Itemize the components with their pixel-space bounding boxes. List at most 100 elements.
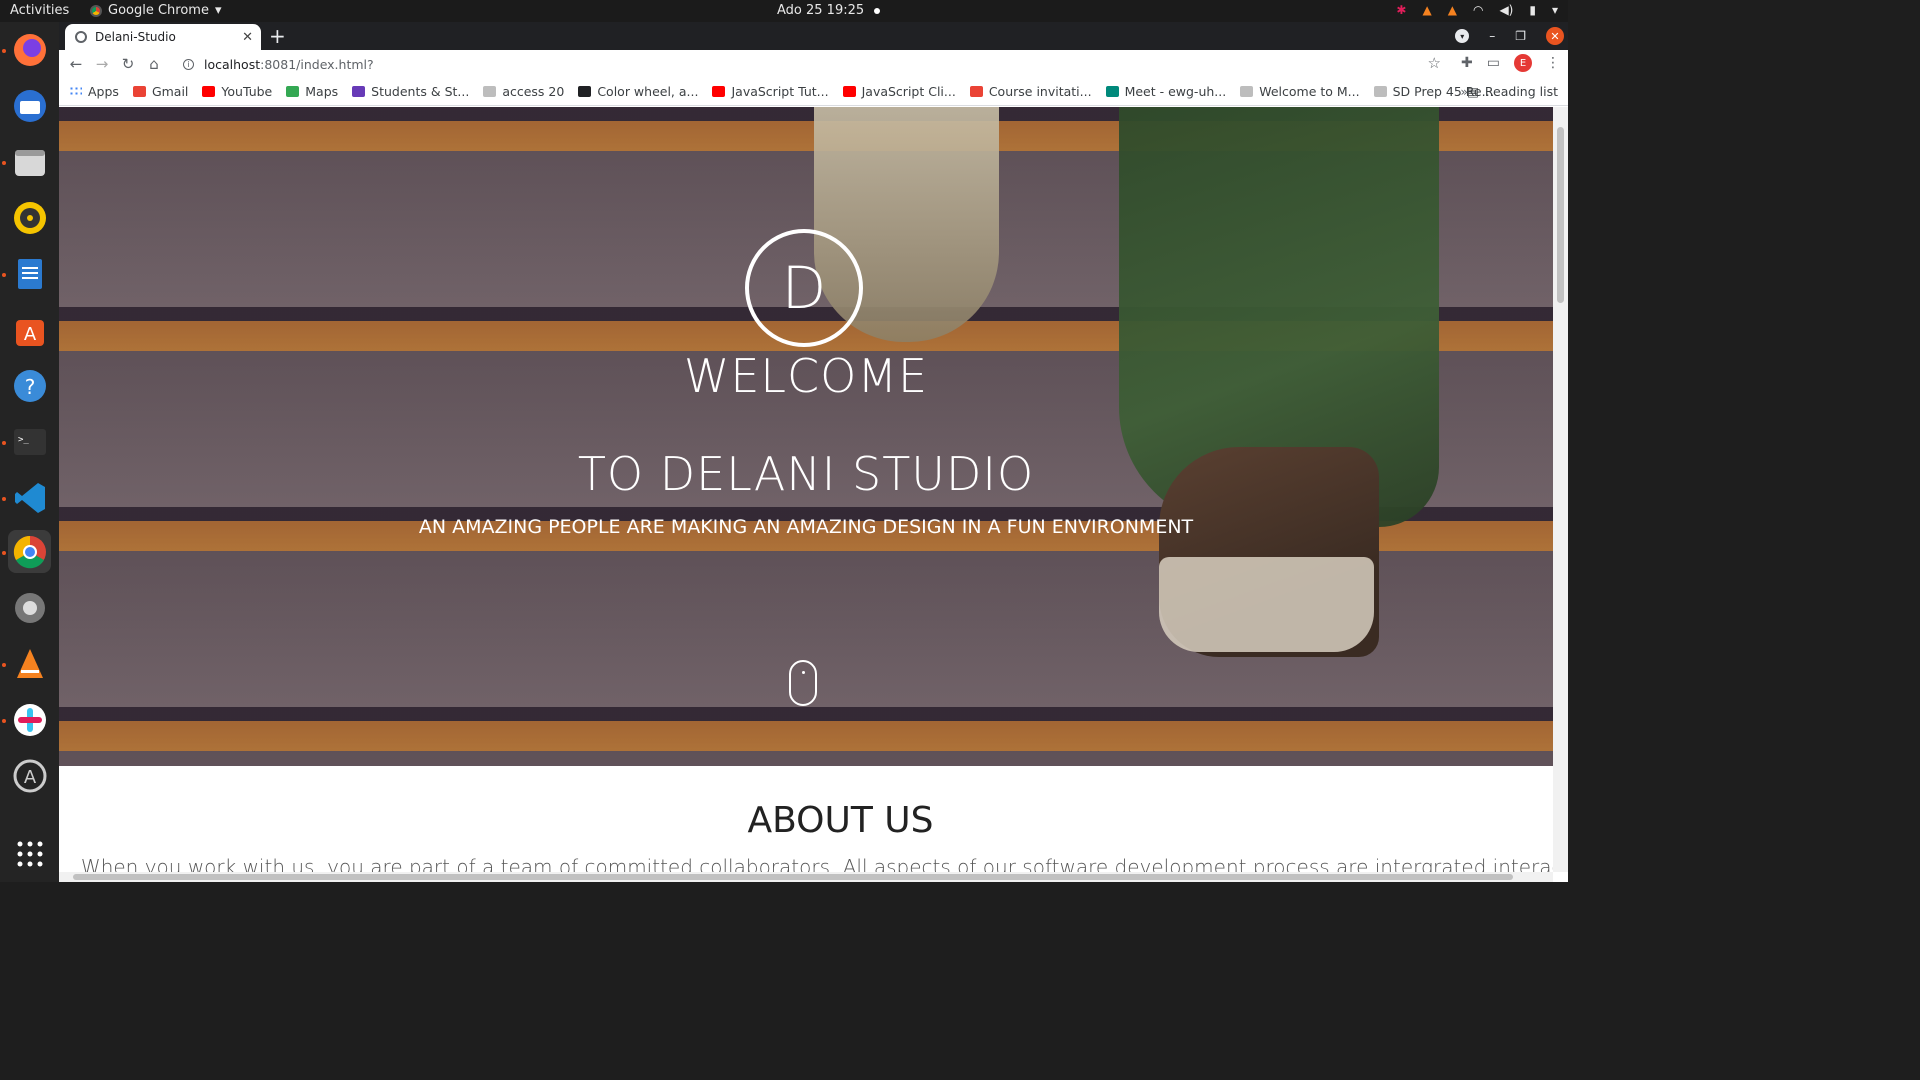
- site-logo: D: [745, 229, 863, 347]
- menu-icon[interactable]: ⋮: [1546, 55, 1560, 71]
- bookmark-label: YouTube: [221, 84, 273, 99]
- clock[interactable]: Ado 25 19:25: [777, 3, 881, 18]
- terminal-icon: >_: [13, 428, 46, 455]
- scroll-mouse-icon[interactable]: [789, 660, 817, 706]
- thunderbird-icon: [13, 89, 46, 122]
- bookmark-course-invitation[interactable]: Course invitati...: [969, 84, 1092, 99]
- software-launcher[interactable]: A: [8, 308, 51, 351]
- bookmark-label: Students & St...: [371, 84, 470, 99]
- app-center-launcher[interactable]: A: [8, 754, 51, 797]
- writer-launcher[interactable]: [8, 252, 51, 295]
- tab-delani-studio[interactable]: Delani-Studio ✕: [65, 24, 261, 50]
- tab-search-icon[interactable]: ▾: [1455, 29, 1470, 43]
- browser-toolbar: ← → ↻ ⌂ i localhost:8081/index.html? ☆ ✚…: [59, 50, 1568, 78]
- bookmark-maps[interactable]: Maps: [286, 84, 338, 99]
- system-tray[interactable]: ✱ ▲ ▲ ◠ ◀) ▮ ▾: [1396, 3, 1558, 17]
- vlc-tray-icon-2[interactable]: ▲: [1448, 3, 1457, 17]
- forward-button[interactable]: →: [89, 55, 115, 73]
- extensions-icon[interactable]: ✚: [1461, 55, 1473, 71]
- bookmark-label: Apps: [88, 84, 119, 99]
- bookmark-gmail[interactable]: Gmail: [132, 84, 189, 99]
- bookmark-youtube[interactable]: YouTube: [202, 84, 272, 99]
- chrome-launcher[interactable]: [8, 530, 51, 573]
- vlc-tray-icon[interactable]: ▲: [1422, 3, 1431, 17]
- scrollbar-thumb[interactable]: [1557, 127, 1564, 303]
- bookmark-students[interactable]: Students & St...: [352, 84, 469, 99]
- toolbar-actions: ✚ ▭ E ⋮: [1461, 54, 1560, 72]
- grid-icon: [17, 841, 42, 866]
- bookmark-access[interactable]: access 20: [483, 84, 564, 99]
- chevron-down-icon: ▾: [214, 3, 222, 18]
- home-button[interactable]: ⌂: [141, 55, 167, 73]
- show-applications-button[interactable]: [8, 832, 51, 875]
- app-menu[interactable]: Google Chrome ▾: [90, 3, 222, 18]
- bookmark-label: Maps: [305, 84, 339, 99]
- youtube-icon: [842, 86, 856, 97]
- bookmark-label: Course invitati...: [988, 84, 1092, 99]
- vertical-scrollbar[interactable]: [1553, 107, 1568, 872]
- vlc-launcher[interactable]: [8, 642, 51, 685]
- bookmark-welcome[interactable]: Welcome to M...: [1240, 84, 1360, 99]
- slack-tray-icon[interactable]: ✱: [1396, 3, 1406, 17]
- close-window-button[interactable]: ✕: [1546, 27, 1564, 45]
- app-menu-label: Google Chrome: [108, 3, 209, 18]
- system-top-bar: Activities Google Chrome ▾ Ado 25 19:25 …: [0, 0, 1568, 22]
- address-bar[interactable]: i localhost:8081/index.html? ☆: [175, 52, 1455, 76]
- back-button[interactable]: ←: [63, 55, 89, 73]
- vscode-launcher[interactable]: [8, 476, 51, 519]
- maps-icon: [286, 86, 300, 97]
- bookmark-label: Color wheel, a...: [597, 84, 699, 99]
- bookmark-apps[interactable]: Apps: [69, 84, 119, 99]
- bookmark-label: JavaScript Tut...: [731, 84, 829, 99]
- cast-icon[interactable]: ▭: [1487, 55, 1500, 71]
- horizontal-scrollbar[interactable]: [59, 872, 1553, 882]
- terminal-launcher[interactable]: >_: [8, 420, 51, 463]
- help-launcher[interactable]: ?: [8, 364, 51, 407]
- files-launcher[interactable]: [8, 140, 51, 183]
- bookmark-javascript-tut[interactable]: JavaScript Tut...: [712, 84, 829, 99]
- app-center-icon: A: [13, 759, 46, 792]
- reading-list-icon: ▤: [1467, 84, 1479, 99]
- firefox-launcher[interactable]: [8, 28, 51, 71]
- tree-icon: [1373, 86, 1387, 97]
- help-icon: ?: [13, 369, 46, 402]
- about-us-text: When you work with us, you are part of a…: [80, 855, 1553, 872]
- vscode-icon: [14, 482, 45, 513]
- color-wheel-icon: [578, 86, 592, 97]
- files-icon: [14, 149, 45, 176]
- scrollbar-thumb[interactable]: [73, 874, 1513, 880]
- url-path: :8081/index.html?: [260, 56, 374, 72]
- bookmark-javascript-cli[interactable]: JavaScript Cli...: [842, 84, 956, 99]
- rhythmbox-launcher[interactable]: [8, 196, 51, 239]
- profile-avatar[interactable]: E: [1514, 54, 1532, 72]
- reading-list-button[interactable]: ▤ Reading list: [1467, 84, 1558, 99]
- settings-launcher[interactable]: [8, 586, 51, 629]
- volume-icon: ◀): [1499, 3, 1514, 17]
- youtube-icon: [202, 86, 216, 97]
- svg-text:>_: >_: [18, 435, 29, 445]
- restore-button[interactable]: ❐: [1515, 29, 1526, 43]
- clock-label: Ado 25 19:25: [777, 3, 865, 18]
- hero-background-image: [1159, 557, 1374, 652]
- reload-button[interactable]: ↻: [115, 55, 141, 73]
- thunderbird-launcher[interactable]: [8, 84, 51, 127]
- bookmark-star-icon[interactable]: ☆: [1428, 54, 1441, 72]
- dock: A ? >_ A: [0, 22, 59, 882]
- bookmark-meet[interactable]: Meet - ewg-uh...: [1105, 84, 1226, 99]
- logo-letter: D: [781, 254, 827, 322]
- site-info-icon[interactable]: i: [183, 58, 194, 70]
- minimize-button[interactable]: –: [1489, 29, 1495, 43]
- bookmark-label: Gmail: [151, 84, 189, 99]
- vlc-icon: [16, 648, 43, 678]
- bookmark-color-wheel[interactable]: Color wheel, a...: [578, 84, 698, 99]
- hero-welcome-heading: WELCOME: [683, 349, 929, 403]
- slack-launcher[interactable]: [8, 698, 51, 741]
- tree-icon: [1240, 86, 1254, 97]
- close-tab-icon[interactable]: ✕: [242, 30, 253, 45]
- new-tab-button[interactable]: +: [269, 25, 286, 47]
- activities-button[interactable]: Activities: [10, 3, 69, 18]
- gear-icon: [14, 592, 45, 623]
- web-page: D WELCOME TO DELANI STUDIO AN AMAZING PE…: [59, 107, 1553, 872]
- globe-icon: [75, 31, 87, 43]
- rhythmbox-icon: [13, 201, 46, 234]
